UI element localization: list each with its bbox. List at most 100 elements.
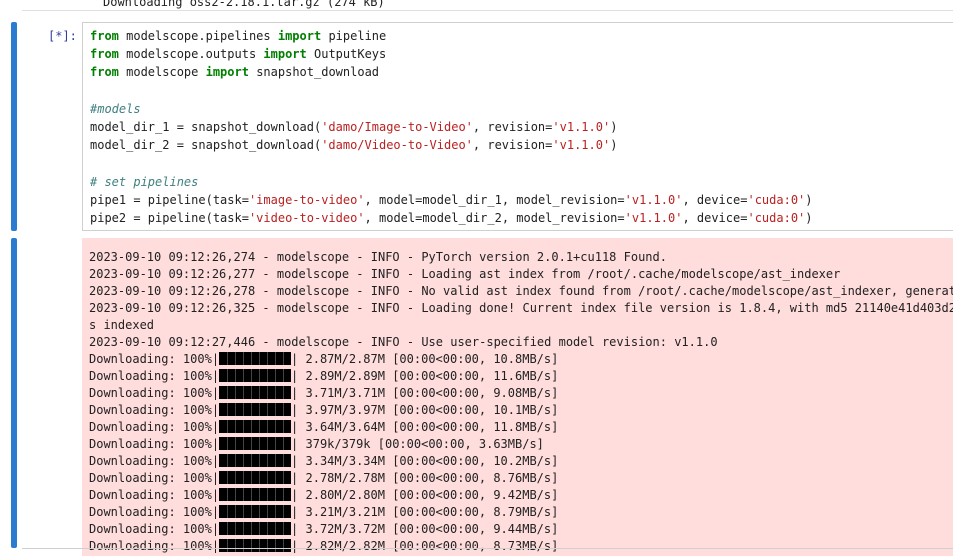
code-text: modelscope.outputs [118, 47, 264, 62]
code-line: model_dir_1 = snapshot_download('damo/Im… [90, 118, 617, 136]
code-text: , device= [682, 211, 748, 225]
progress-tick [235, 352, 237, 365]
code-string: 'v1.1.0' [624, 211, 683, 225]
progress-tick [243, 403, 245, 416]
progress-tick [243, 420, 245, 433]
code-keyword: from [90, 65, 119, 80]
download-progress-line: Downloading: 100%| | 2.80M/2.80M [00:00<0… [89, 487, 558, 504]
log-line: 2023-09-10 09:12:27,446 - modelscope - I… [89, 335, 718, 349]
progress-tick [235, 386, 237, 399]
progress-tick [235, 488, 237, 501]
progress-tick [227, 420, 229, 433]
download-info: | 3.21M/3.21M [00:00<00:00, 8.79MB/s] [291, 505, 559, 519]
download-label: Downloading: 100%| [89, 471, 220, 485]
code-text: , model=model_dir_1, model_revision= [364, 192, 625, 207]
progress-tick [283, 539, 285, 552]
download-info: | 2.78M/2.78M [00:00<00:00, 8.76MB/s] [291, 471, 559, 485]
progress-tick [267, 522, 269, 535]
progress-tick [267, 471, 269, 484]
code-line: # set pipelines [90, 173, 198, 191]
progress-tick [243, 386, 245, 399]
code-keyword: from [90, 47, 119, 62]
download-progress-line: Downloading: 100%| | 379k/379k [00:00<00:… [89, 436, 544, 453]
download-progress-bar [219, 522, 292, 535]
download-label: Downloading: 100%| [89, 352, 220, 366]
code-line: pipe1 = pipeline(task='image-to-video', … [90, 191, 813, 209]
code-line: #models [90, 100, 141, 118]
progress-tick [275, 420, 277, 433]
download-progress-bar [219, 437, 292, 450]
download-progress-line: Downloading: 100%| | 2.78M/2.78M [00:00<0… [89, 470, 558, 487]
download-label: Downloading: 100%| [89, 488, 220, 502]
progress-tick [275, 471, 277, 484]
progress-tick [227, 386, 229, 399]
download-progress-bar [219, 352, 292, 365]
previous-cell-output: Downloading oss2-2.18.1.tar.gz (274 kB) [22, 0, 953, 11]
progress-tick [275, 522, 277, 535]
download-info: | 3.34M/3.34M [00:00<00:00, 10.2MB/s] [291, 454, 559, 468]
progress-tick [275, 488, 277, 501]
progress-tick [243, 352, 245, 365]
code-line: from modelscope.outputs import OutputKey… [90, 45, 386, 63]
progress-tick [267, 454, 269, 467]
progress-tick [243, 369, 245, 382]
progress-tick [267, 505, 269, 518]
progress-tick [243, 522, 245, 535]
log-line: s indexed [89, 318, 155, 332]
log-line: 2023-09-10 09:12:26,278 - modelscope - I… [89, 284, 953, 298]
code-comment: #models [90, 101, 141, 116]
progress-tick [259, 386, 261, 399]
code-text: modelscope.pipelines [118, 29, 278, 43]
progress-tick [251, 386, 253, 399]
progress-tick [251, 505, 253, 518]
progress-tick [243, 471, 245, 484]
download-info: | 3.72M/3.72M [00:00<00:00, 9.44MB/s] [291, 522, 559, 536]
progress-tick [267, 386, 269, 399]
code-text: , revision= [472, 120, 553, 134]
code-text: modelscope [118, 65, 206, 80]
download-progress-bar [219, 471, 292, 484]
progress-tick [283, 403, 285, 416]
progress-tick [259, 403, 261, 416]
progress-tick [259, 454, 261, 467]
progress-tick [227, 471, 229, 484]
download-label: Downloading: 100%| [89, 369, 220, 383]
cell-prompt: [*]: [48, 29, 77, 43]
progress-tick [283, 488, 285, 501]
download-info: | 2.89M/2.89M [00:00<00:00, 11.6MB/s] [291, 369, 559, 383]
download-progress-bar [219, 488, 292, 501]
code-keyword: import [205, 65, 249, 80]
progress-tick [251, 352, 253, 365]
download-info: | 2.87M/2.87M [00:00<00:00, 10.8MB/s] [291, 352, 559, 366]
download-progress-line: Downloading: 100%| | 2.87M/2.87M [00:00<0… [89, 351, 558, 368]
progress-tick [251, 454, 253, 467]
code-editor[interactable]: from modelscope.pipelines import pipelin… [82, 22, 953, 231]
progress-tick [259, 352, 261, 365]
download-progress-line: Downloading: 100%| | 2.89M/2.89M [00:00<0… [89, 368, 558, 385]
progress-tick [251, 522, 253, 535]
progress-tick [227, 437, 229, 450]
progress-tick [275, 505, 277, 518]
progress-tick [267, 352, 269, 365]
log-line: 2023-09-10 09:12:26,274 - modelscope - I… [89, 250, 667, 264]
code-text: pipe2 = pipeline(task= [90, 211, 249, 225]
progress-tick [243, 539, 245, 552]
code-text: , revision= [472, 138, 553, 153]
download-info: | 3.64M/3.64M [00:00<00:00, 11.8MB/s] [291, 420, 559, 434]
progress-tick [251, 403, 253, 416]
progress-tick [259, 471, 261, 484]
progress-tick [251, 471, 253, 484]
download-label: Downloading: 100%| [89, 437, 220, 451]
code-string: 'cuda:0' [747, 211, 806, 225]
code-string: 'cuda:0' [747, 192, 806, 207]
progress-tick [243, 505, 245, 518]
progress-tick [251, 488, 253, 501]
code-text: ) [610, 138, 618, 153]
code-cell-selection-bar[interactable] [11, 22, 17, 231]
output-cell-selection-bar[interactable] [11, 238, 17, 548]
download-info: | 2.82M/2.82M [00:00<00:00, 8.73MB/s] [291, 539, 559, 553]
progress-tick [267, 403, 269, 416]
code-text: ) [610, 120, 618, 134]
progress-tick [275, 403, 277, 416]
code-string: 'damo/Image-to-Video' [321, 120, 473, 134]
